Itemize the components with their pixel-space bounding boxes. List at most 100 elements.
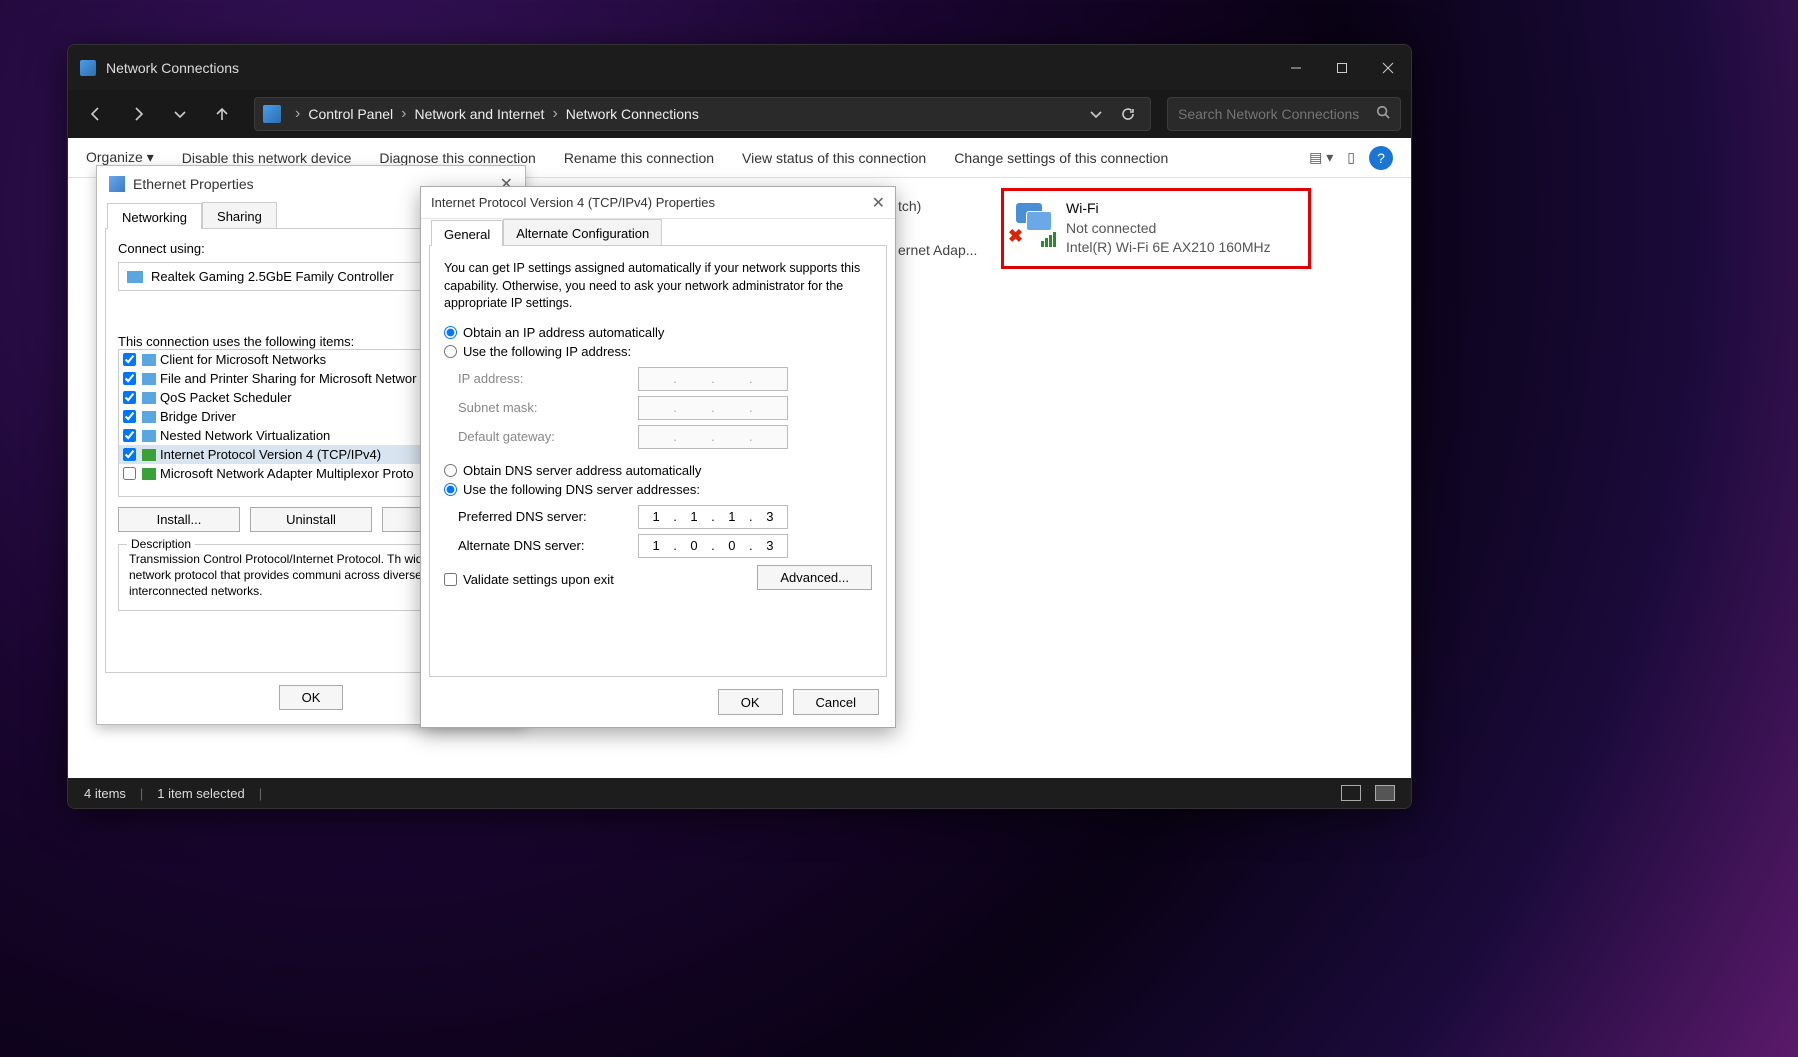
component-icon [142,411,156,423]
dns-manual-radio[interactable] [444,483,457,496]
ip-manual-radio[interactable] [444,345,457,358]
subnet-mask-label: Subnet mask: [458,400,638,415]
cancel-button[interactable]: Cancel [793,689,879,715]
maximize-button[interactable] [1319,45,1365,90]
ip-address-input: ... [638,367,788,391]
install-button[interactable]: Install... [118,507,240,532]
subnet-mask-input: ... [638,396,788,420]
view-options-icon[interactable]: ▤ ▾ [1309,149,1333,166]
component-icon [142,449,156,461]
dns-manual-radio-row[interactable]: Use the following DNS server addresses: [444,482,872,497]
forward-button[interactable] [120,96,156,132]
component-icon [142,392,156,404]
search-box[interactable] [1167,97,1401,131]
advanced-button[interactable]: Advanced... [757,565,872,590]
item-checkbox[interactable] [123,372,136,385]
status-bar: 4 items | 1 item selected | [68,778,1411,808]
item-checkbox[interactable] [123,467,136,480]
ok-button[interactable]: OK [279,685,344,710]
breadcrumb-item[interactable]: Network Connections [566,106,699,122]
uninstall-button[interactable]: Uninstall [250,507,372,532]
ip-manual-label: Use the following IP address: [463,344,631,359]
component-icon [142,354,156,366]
selection-count: 1 item selected [157,786,244,801]
tab-general[interactable]: General [431,220,503,246]
large-icons-view-icon[interactable] [1375,785,1395,801]
validate-checkbox[interactable] [444,573,457,586]
chevron-down-icon[interactable] [1082,100,1110,128]
dns-auto-radio[interactable] [444,464,457,477]
breadcrumb-item[interactable]: Network and Internet [414,106,544,122]
item-checkbox[interactable] [123,353,136,366]
alternate-dns-input[interactable]: 1. 0. 0. 3 [638,534,788,558]
recent-button[interactable] [162,96,198,132]
dialog-title: Ethernet Properties [133,176,254,192]
minimize-button[interactable] [1273,45,1319,90]
chevron-right-icon: › [295,105,300,123]
tab-alternate-config[interactable]: Alternate Configuration [503,219,662,245]
change-settings-button[interactable]: Change settings of this connection [954,150,1168,166]
adapter-name: Intel(R) Wi-Fi 6E AX210 160MHz [1066,238,1271,258]
component-icon [142,430,156,442]
wifi-connection-tile[interactable]: ✖ Wi-Fi Not connected Intel(R) Wi-Fi 6E … [1001,188,1311,269]
default-gateway-label: Default gateway: [458,429,638,444]
signal-bars-icon [1041,232,1056,247]
dns-auto-radio-row[interactable]: Obtain DNS server address automatically [444,463,872,478]
connection-name: Wi-Fi [1066,199,1271,219]
dialog-title-bar: Internet Protocol Version 4 (TCP/IPv4) P… [421,187,895,219]
help-icon[interactable]: ? [1369,146,1393,170]
validate-label: Validate settings upon exit [463,572,614,587]
item-checkbox[interactable] [123,448,136,461]
ok-button[interactable]: OK [718,689,783,715]
item-count: 4 items [84,786,126,801]
titlebar: Network Connections [68,45,1411,90]
refresh-button[interactable] [1114,100,1142,128]
view-status-button[interactable]: View status of this connection [742,150,926,166]
partial-text: tch) [898,198,921,214]
search-input[interactable] [1178,106,1376,122]
dns-manual-label: Use the following DNS server addresses: [463,482,700,497]
network-icon [80,60,96,76]
component-icon [142,468,156,480]
breadcrumb-item[interactable]: Control Panel [308,106,393,122]
nic-icon [127,271,143,283]
x-icon: ✖ [1008,226,1023,247]
preferred-dns-input[interactable]: 1. 1. 1. 3 [638,505,788,529]
address-bar[interactable]: › Control Panel › Network and Internet ›… [254,97,1151,131]
ip-manual-radio-row[interactable]: Use the following IP address: [444,344,872,359]
rename-button[interactable]: Rename this connection [564,150,714,166]
ip-auto-radio-row[interactable]: Obtain an IP address automatically [444,325,872,340]
partial-text: ernet Adap... [898,242,977,258]
close-button[interactable]: ✕ [872,193,885,213]
chevron-right-icon: › [552,105,557,123]
nic-name: Realtek Gaming 2.5GbE Family Controller [151,269,394,284]
disable-device-button[interactable]: Disable this network device [182,150,352,166]
ipv4-properties-dialog: Internet Protocol Version 4 (TCP/IPv4) P… [420,186,896,728]
chevron-right-icon: › [401,105,406,123]
ip-auto-label: Obtain an IP address automatically [463,325,664,340]
item-checkbox[interactable] [123,410,136,423]
preferred-dns-label: Preferred DNS server: [458,509,638,524]
dialog-title: Internet Protocol Version 4 (TCP/IPv4) P… [431,195,715,210]
tab-sharing[interactable]: Sharing [202,202,277,228]
ip-auto-radio[interactable] [444,326,457,339]
alternate-dns-label: Alternate DNS server: [458,538,638,553]
ethernet-icon [109,176,125,192]
item-checkbox[interactable] [123,429,136,442]
window-title: Network Connections [106,60,239,76]
close-button[interactable] [1365,45,1411,90]
back-button[interactable] [78,96,114,132]
preview-pane-icon[interactable]: ▯ [1347,149,1355,166]
navigation-bar: › Control Panel › Network and Internet ›… [68,90,1411,138]
item-checkbox[interactable] [123,391,136,404]
diagnose-button[interactable]: Diagnose this connection [379,150,535,166]
search-icon [1376,105,1390,124]
organize-menu[interactable]: Organize ▾ [86,149,154,166]
wifi-adapter-icon: ✖ [1012,199,1058,245]
dns-auto-label: Obtain DNS server address automatically [463,463,701,478]
connection-status: Not connected [1066,219,1271,239]
up-button[interactable] [204,96,240,132]
default-gateway-input: ... [638,425,788,449]
tab-networking[interactable]: Networking [107,203,202,229]
details-view-icon[interactable] [1341,785,1361,801]
